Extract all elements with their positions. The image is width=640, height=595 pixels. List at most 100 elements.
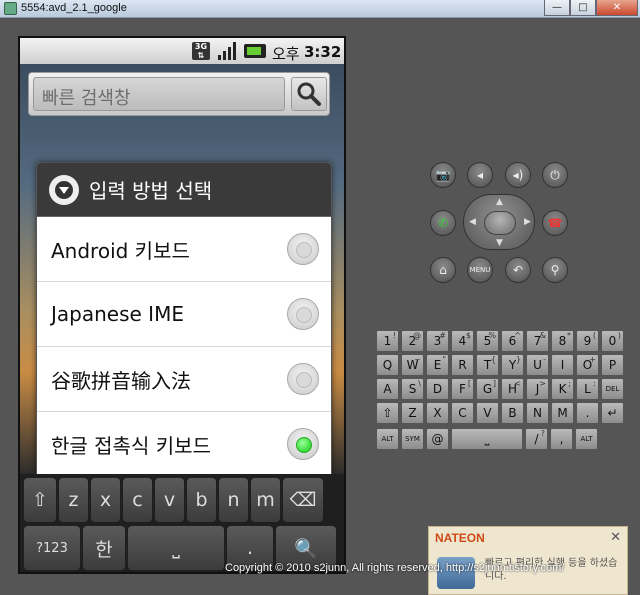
hw-key[interactable]: 4 $ xyxy=(451,330,474,352)
hw-key[interactable]: M xyxy=(551,402,574,424)
hw-key[interactable]: W ~ xyxy=(401,354,424,376)
hw-key[interactable]: C xyxy=(451,402,474,424)
hw-key[interactable]: @ xyxy=(426,428,449,450)
call-icon[interactable]: ✆ xyxy=(430,210,456,236)
key-n[interactable]: n xyxy=(219,478,248,522)
hw-key[interactable]: 9( xyxy=(576,330,599,352)
home-icon[interactable]: ⌂ xyxy=(430,257,456,283)
hw-key[interactable]: 8 * xyxy=(551,330,574,352)
hw-key[interactable]: Z xyxy=(401,402,424,424)
key-z[interactable]: z xyxy=(59,478,88,522)
hw-key[interactable]: ALT xyxy=(575,428,598,450)
dialog-title: 입력 방법 선택 xyxy=(89,179,213,203)
radio-button[interactable] xyxy=(287,298,319,330)
hw-key[interactable]: ⇧ xyxy=(376,402,399,424)
key-x[interactable]: x xyxy=(91,478,120,522)
volume-down-icon[interactable]: ◂ xyxy=(467,162,493,188)
option-korean-keyboard[interactable]: 한글 접촉식 키보드 xyxy=(37,412,331,477)
camera-icon[interactable]: 📷 xyxy=(430,162,456,188)
key-m[interactable]: m xyxy=(251,478,280,522)
radio-button-selected[interactable] xyxy=(287,428,319,460)
hw-key-label: . xyxy=(585,406,590,420)
hw-key[interactable]: H < xyxy=(501,378,524,400)
option-android-keyboard[interactable]: Android 키보드 xyxy=(37,217,331,282)
signal-icon xyxy=(218,42,238,60)
key-c[interactable]: c xyxy=(123,478,152,522)
hw-key[interactable]: Y} xyxy=(501,354,524,376)
dpad-up-icon[interactable]: ▲ xyxy=(496,197,503,207)
hw-key[interactable]: J > xyxy=(526,378,549,400)
hw-key[interactable]: X xyxy=(426,402,449,424)
hw-key[interactable]: Q xyxy=(376,354,399,376)
hw-key[interactable]: E " xyxy=(426,354,449,376)
hw-key-alt-label: ] xyxy=(492,379,496,388)
hw-key[interactable]: G] xyxy=(476,378,499,400)
hw-key[interactable]: F[ xyxy=(451,378,474,400)
hw-key[interactable]: I xyxy=(551,354,574,376)
maximize-icon[interactable]: □ xyxy=(570,0,596,16)
option-japanese-ime[interactable]: Japanese IME xyxy=(37,282,331,347)
window-title: 5554:avd_2.1_google xyxy=(21,2,127,14)
hw-key[interactable]: D xyxy=(426,378,449,400)
end-call-icon[interactable]: ☎ xyxy=(542,210,568,236)
dpad-center-button[interactable] xyxy=(484,211,516,235)
dpad-down-icon[interactable]: ▼ xyxy=(496,238,503,248)
hw-key-alt-label: % xyxy=(488,331,496,340)
hw-key-alt-label: " xyxy=(442,355,446,364)
radio-button[interactable] xyxy=(287,233,319,265)
hw-key[interactable]: DEL xyxy=(601,378,624,400)
hw-key[interactable]: O + xyxy=(576,354,599,376)
input-method-dialog: 입력 방법 선택 Android 키보드 Japanese IME 谷歌拼音输入… xyxy=(36,162,332,478)
hw-key-alt-label: { xyxy=(490,355,496,364)
hw-key[interactable]: N xyxy=(526,402,549,424)
dpad-right-icon[interactable]: ▶ xyxy=(524,217,531,227)
hw-key[interactable]: 2 @ xyxy=(401,330,424,352)
hw-key-label: / xyxy=(534,432,539,446)
power-icon[interactable]: ⏻ xyxy=(542,162,568,188)
hw-key[interactable]: K; xyxy=(551,378,574,400)
key-v[interactable]: v xyxy=(155,478,184,522)
shift-key[interactable]: ⇧ xyxy=(24,478,56,522)
hw-key[interactable]: ⎵ xyxy=(451,428,523,450)
hw-key[interactable]: P xyxy=(601,354,624,376)
hw-key[interactable]: ↵ xyxy=(601,402,624,424)
hw-key[interactable]: 5% xyxy=(476,330,499,352)
hw-key[interactable]: 6 ^ xyxy=(501,330,524,352)
hw-key[interactable]: 1! xyxy=(376,330,399,352)
hw-key[interactable]: ALT xyxy=(376,428,399,450)
hw-key[interactable]: 3 # xyxy=(426,330,449,352)
close-icon[interactable]: ✕ xyxy=(596,0,638,16)
search-input[interactable]: 빠른 검색창 xyxy=(33,77,285,111)
hw-key[interactable]: R xyxy=(451,354,474,376)
hw-key[interactable]: L: xyxy=(576,378,599,400)
search-icon[interactable]: ⚲ xyxy=(542,257,568,283)
hw-key[interactable]: , xyxy=(550,428,573,450)
close-icon[interactable]: ✕ xyxy=(610,530,621,545)
hw-key[interactable]: S \ xyxy=(401,378,424,400)
hw-key[interactable]: SYM xyxy=(401,428,424,450)
backspace-key[interactable]: ⌫ xyxy=(283,478,323,522)
minimize-icon[interactable]: — xyxy=(544,0,570,16)
volume-up-icon[interactable]: ◂) xyxy=(505,162,531,188)
hw-key-alt-label: < xyxy=(514,379,521,388)
dpad-left-icon[interactable]: ◀ xyxy=(469,217,476,227)
hw-key[interactable]: A xyxy=(376,378,399,400)
search-button[interactable] xyxy=(291,77,327,111)
hw-key[interactable]: 0) xyxy=(601,330,624,352)
dpad[interactable]: ▲ ▼ ◀ ▶ xyxy=(463,194,535,250)
hw-key[interactable]: 7 & xyxy=(526,330,549,352)
hw-key[interactable]: T{ xyxy=(476,354,499,376)
hw-key[interactable]: . xyxy=(576,402,599,424)
radio-button[interactable] xyxy=(287,363,319,395)
space-key[interactable]: ⎵ xyxy=(128,526,224,570)
language-key[interactable]: 한 xyxy=(83,526,125,570)
hw-key[interactable]: /? xyxy=(525,428,548,450)
hw-key[interactable]: B xyxy=(501,402,524,424)
menu-button[interactable]: MENU xyxy=(467,257,493,283)
key-b[interactable]: b xyxy=(187,478,216,522)
back-icon[interactable]: ↶ xyxy=(505,257,531,283)
symbols-key[interactable]: ?123 xyxy=(24,526,80,570)
hw-key[interactable]: V xyxy=(476,402,499,424)
hw-key[interactable]: U- xyxy=(526,354,549,376)
option-google-pinyin[interactable]: 谷歌拼音输入法 xyxy=(37,347,331,412)
